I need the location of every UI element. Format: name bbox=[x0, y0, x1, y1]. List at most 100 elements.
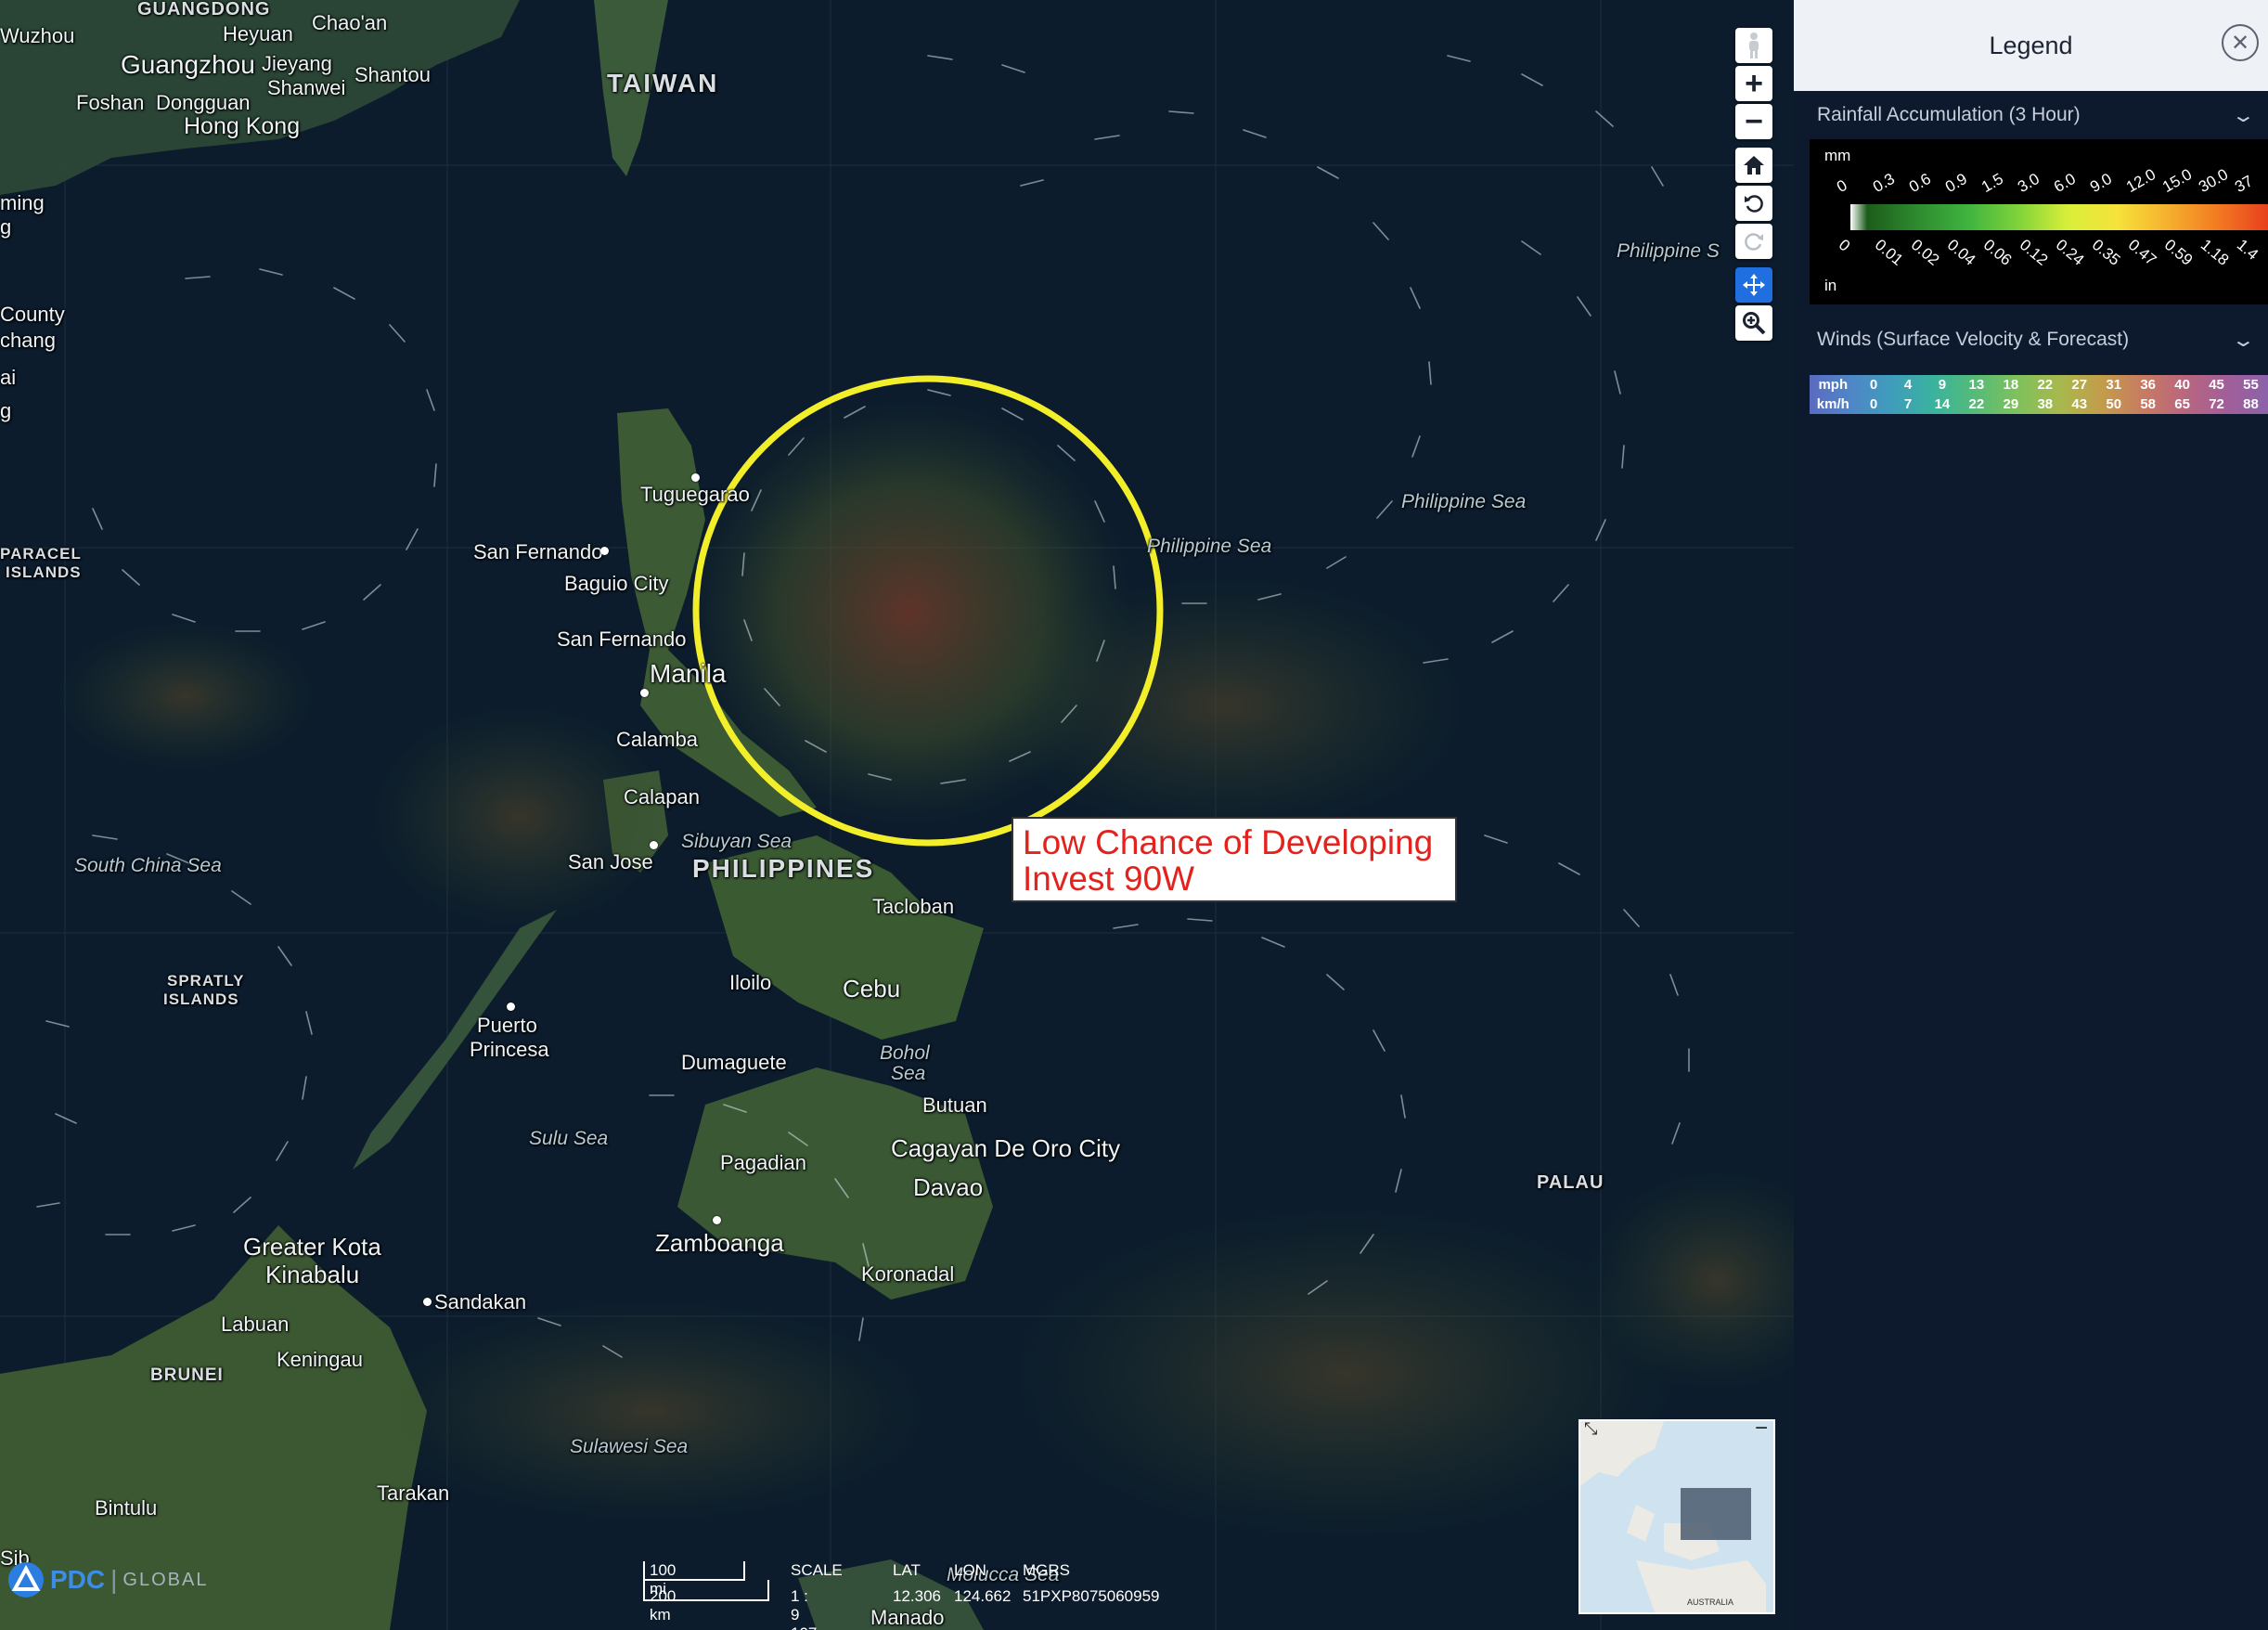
minimap-collapse-icon[interactable]: − bbox=[1755, 1421, 1768, 1442]
label-keningau: Keningau bbox=[277, 1348, 363, 1371]
label-philippine-sea-north: Philippine S bbox=[1617, 240, 1720, 262]
close-legend-button[interactable]: ✕ bbox=[2222, 24, 2259, 61]
wind-row-mph-value: 13 bbox=[1968, 377, 1985, 393]
storm-annotation: Low Chance of Developing Invest 90W bbox=[1012, 817, 1457, 902]
mgrs-value: 51PXP8075060959 bbox=[1023, 1587, 1160, 1605]
wind-row-kmh-value: 7 bbox=[1903, 396, 1913, 412]
pan-button[interactable] bbox=[1735, 267, 1772, 303]
label-county: County bbox=[0, 303, 65, 326]
rotate-right-button[interactable] bbox=[1735, 224, 1772, 259]
winds-title: Winds (Surface Velocity & Forecast) bbox=[1817, 329, 2130, 350]
map-view[interactable]: GUANGDONG Wuzhou Heyuan Chao'an Guangzho… bbox=[0, 0, 1794, 1630]
label-philippine-sea-east: Philippine Sea bbox=[1401, 491, 1527, 512]
label-hongkong: Hong Kong bbox=[184, 113, 301, 139]
wind-row-kmh-value: 88 bbox=[2243, 396, 2259, 412]
rain-tick-in: 0 bbox=[1835, 236, 1854, 255]
label-iloilo: Iloilo bbox=[729, 971, 772, 994]
rainfall-colorbar: mm in 0 0.3 0.6 0.9 1.5 3.0 6.0 9.0 12.0 15.0 30.0… bbox=[1810, 139, 2268, 304]
rainfall-section-header[interactable]: Rainfall Accumulation (3 Hour) ⌄ bbox=[1794, 91, 2268, 139]
label-manila: Manila bbox=[650, 659, 727, 688]
map-toolbar: + − bbox=[1735, 28, 1776, 343]
zoom-out-button[interactable]: − bbox=[1735, 104, 1772, 139]
magnifier-plus-icon bbox=[1743, 312, 1766, 335]
rain-tick-in: 0.01 bbox=[1871, 236, 1907, 269]
logo-brand: PDC bbox=[50, 1565, 106, 1594]
label-sibuyan-sea: Sibuyan Sea bbox=[681, 831, 793, 852]
label-south-china-sea: South China Sea bbox=[74, 855, 222, 876]
label-wuzhou: Wuzhou bbox=[0, 24, 75, 47]
pdc-logo: PDC | GLOBAL bbox=[7, 1561, 208, 1598]
wind-row-mph-value: 55 bbox=[2243, 377, 2259, 393]
label-foshan: Foshan bbox=[76, 91, 145, 114]
rain-tick-in: 0.02 bbox=[1907, 236, 1943, 269]
label-philippine-sea-mid: Philippine Sea bbox=[1147, 536, 1272, 557]
wind-row-kmh-value: 72 bbox=[2209, 396, 2224, 412]
rainfall-title: Rainfall Accumulation (3 Hour) bbox=[1817, 104, 2081, 125]
rainfall-gradient-bar bbox=[1850, 204, 2268, 230]
rain-tick-in: 0.04 bbox=[1943, 236, 1979, 269]
lon-value: 124.662 bbox=[954, 1587, 1012, 1605]
label-koronadal: Koronadal bbox=[861, 1262, 955, 1286]
label-pagadian: Pagadian bbox=[720, 1151, 806, 1174]
city-dot bbox=[691, 473, 700, 482]
legend-panel: Legend ✕ Rainfall Accumulation (3 Hour) … bbox=[1794, 0, 2268, 1630]
label-heyuan: Heyuan bbox=[223, 22, 293, 45]
street-view-button[interactable] bbox=[1735, 28, 1772, 63]
label-cagayan: Cagayan De Oro City bbox=[891, 1134, 1121, 1162]
rain-tick-mm: 12.0 bbox=[2123, 165, 2159, 197]
label-shanwei: Shanwei bbox=[267, 76, 346, 99]
label-philippines: PHILIPPINES bbox=[692, 854, 875, 883]
label-paracel: PARACEL bbox=[0, 545, 82, 563]
rain-tick-mm: 0 bbox=[1834, 175, 1850, 197]
minimap-label: AUSTRALIA bbox=[1687, 1598, 1733, 1607]
wind-row-mph-value: 27 bbox=[2071, 377, 2088, 393]
label-cebu: Cebu bbox=[843, 975, 901, 1003]
rain-tick-in: 1.4 bbox=[2233, 236, 2262, 264]
label-sanjose: San Jose bbox=[568, 850, 653, 873]
city-dot bbox=[507, 1003, 515, 1011]
label-princesa: Princesa bbox=[470, 1038, 549, 1061]
annotation-line-1: Low Chance of Developing bbox=[1023, 823, 1434, 861]
label-calamba: Calamba bbox=[616, 728, 699, 751]
label-spratly-islands: ISLANDS bbox=[163, 990, 239, 1008]
rain-tick-in: 1.18 bbox=[2197, 236, 2233, 269]
rain-tick-mm: 0.9 bbox=[1942, 169, 1970, 197]
wind-row-kmh-value: 0 bbox=[1869, 396, 1878, 412]
label-baguio: Baguio City bbox=[564, 572, 669, 595]
wind-row-mph-value: 45 bbox=[2209, 377, 2224, 393]
label-greater-kota: Greater Kota bbox=[243, 1233, 381, 1261]
wind-row-kmh-value: 14 bbox=[1934, 396, 1951, 412]
scale-label: SCALE bbox=[791, 1561, 843, 1579]
label-sulu-sea: Sulu Sea bbox=[529, 1128, 609, 1149]
label-tacloban: Tacloban bbox=[872, 895, 955, 918]
rain-tick-mm: 1.5 bbox=[1978, 169, 2006, 197]
plus-icon: + bbox=[1745, 65, 1763, 101]
rain-tick-mm: 15.0 bbox=[2159, 165, 2196, 197]
zoom-box-button[interactable] bbox=[1735, 305, 1772, 341]
lon-label: LON bbox=[954, 1561, 986, 1579]
label-g2: g bbox=[0, 399, 12, 422]
wind-row-mph-value: 18 bbox=[2003, 377, 2019, 393]
lat-value: 12.306 bbox=[893, 1587, 941, 1605]
label-paracel-islands: ISLANDS bbox=[6, 563, 82, 581]
label-puerto: Puerto bbox=[477, 1014, 537, 1037]
logo-divider: | bbox=[110, 1565, 118, 1594]
winds-colorbar: mph 0 4 9 13 18 22 27 31 36 40 45 55 km/h 0 7 14 22 29 38 43… bbox=[1810, 375, 2268, 414]
overview-minimap[interactable]: AUSTRALIA ⤡ − bbox=[1579, 1419, 1775, 1614]
zoom-in-button[interactable]: + bbox=[1735, 66, 1772, 101]
label-bintulu: Bintulu bbox=[95, 1496, 158, 1520]
label-sulawesi-sea: Sulawesi Sea bbox=[570, 1436, 689, 1457]
label-dumaguete: Dumaguete bbox=[681, 1051, 787, 1074]
wind-row-mph-value: 4 bbox=[1903, 377, 1913, 393]
city-dot bbox=[650, 841, 658, 849]
chevron-down-icon: ⌄ bbox=[2231, 330, 2257, 351]
minimap-expand-icon[interactable]: ⤡ bbox=[1584, 1421, 1597, 1439]
home-button[interactable] bbox=[1735, 148, 1772, 183]
home-icon bbox=[1744, 156, 1764, 175]
close-icon: ✕ bbox=[2230, 30, 2250, 56]
wind-row-mph-value: 40 bbox=[2174, 377, 2190, 393]
winds-section-header[interactable]: Winds (Surface Velocity & Forecast) ⌄ bbox=[1794, 316, 2268, 364]
chevron-down-icon: ⌄ bbox=[2231, 105, 2257, 126]
wind-row-kmh-value: 22 bbox=[1968, 396, 1985, 412]
rotate-left-button[interactable] bbox=[1735, 186, 1772, 221]
